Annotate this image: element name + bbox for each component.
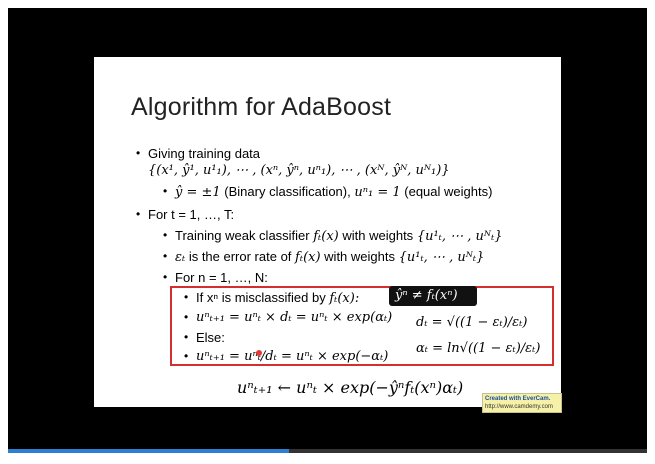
slide-title: Algorithm for AdaBoost — [131, 93, 392, 121]
giving-line: Giving training data — [148, 146, 261, 161]
weights-formula: {u¹ₜ, ⋯ , uᴺₜ} — [398, 250, 485, 265]
train-line: Training weak classifier fₜ(x) with weig… — [175, 228, 503, 245]
bullet-icon: • — [136, 207, 141, 221]
watermark-line2: http://www.camdemy.com — [485, 404, 553, 410]
u1-formula: uⁿ₁ = 1 — [354, 185, 401, 200]
bullet-icon: • — [136, 146, 141, 160]
bullet-icon: • — [184, 310, 189, 324]
if-line: If xⁿ is misclassified by fₜ(x): — [196, 290, 359, 307]
error-text: is the error rate of — [188, 249, 292, 264]
bullet-icon: • — [184, 349, 189, 363]
yhat-formula: ŷ = ±1 — [175, 185, 221, 200]
ft-colon-formula: fₜ(x): — [329, 291, 360, 306]
bullet-icon: • — [163, 228, 168, 242]
with-weights-text: with weights — [342, 228, 414, 243]
evercam-watermark: Created with EverCam. http://www.camdemy… — [482, 393, 562, 413]
binary-text: (Binary classification), — [224, 184, 351, 199]
bottom-strip — [0, 453, 655, 464]
update2-formula: uⁿₜ₊₁ = uⁿₜ/dₜ = uⁿₜ × exp(−αₜ) — [196, 349, 389, 364]
bullet-icon: • — [184, 330, 189, 344]
bullet-icon: • — [184, 290, 189, 304]
if-text: If xⁿ is misclassified by — [196, 290, 326, 305]
error-line: εₜ is the error rate of fₜ(x) with weigh… — [175, 249, 484, 266]
video-player: Algorithm for AdaBoost • Giving training… — [8, 8, 647, 453]
for-n-line: For n = 1, …, N: — [175, 270, 268, 285]
condition-tooltip: ŷⁿ ≠ fₜ(xⁿ) — [389, 286, 477, 306]
ft-formula: fₜ(x) — [295, 250, 321, 265]
equal-text: (equal weights) — [404, 184, 493, 199]
for-t-line: For t = 1, …, T: — [148, 207, 235, 222]
train-text: Training weak classifier — [175, 228, 310, 243]
summary-formula: uⁿₜ₊₁ ← uⁿₜ × exp(−ŷⁿfₜ(xⁿ)αₜ) — [237, 378, 464, 397]
bullet-icon: • — [163, 249, 168, 263]
eps-formula: εₜ — [175, 250, 186, 265]
slide: Algorithm for AdaBoost • Giving training… — [94, 57, 562, 413]
bullet-icon: • — [163, 184, 168, 198]
watermark-line1: Created with EverCam. — [485, 396, 551, 402]
alpha-formula: αₜ = ln√((1 − εₜ)/εₜ) — [416, 341, 541, 356]
cursor-pointer-icon — [256, 350, 262, 356]
update1-formula: uⁿₜ₊₁ = uⁿₜ × dₜ = uⁿₜ × exp(αₜ) — [196, 310, 393, 325]
dataset-formula: {(x¹, ŷ¹, u¹₁), ⋯ , (xⁿ, ŷⁿ, uⁿ₁), ⋯ , (… — [148, 163, 450, 178]
dt-formula: dₜ = √((1 − εₜ)/εₜ) — [416, 315, 528, 330]
bullet-icon: • — [163, 270, 168, 284]
label-line: ŷ = ±1 (Binary classification), uⁿ₁ = 1 … — [175, 184, 492, 201]
ft-formula: fₜ(x) — [313, 229, 339, 244]
with-weights-text: with weights — [324, 249, 395, 264]
else-line: Else: — [196, 330, 225, 345]
weights-formula: {u¹ₜ, ⋯ , uᴺₜ} — [416, 229, 503, 244]
